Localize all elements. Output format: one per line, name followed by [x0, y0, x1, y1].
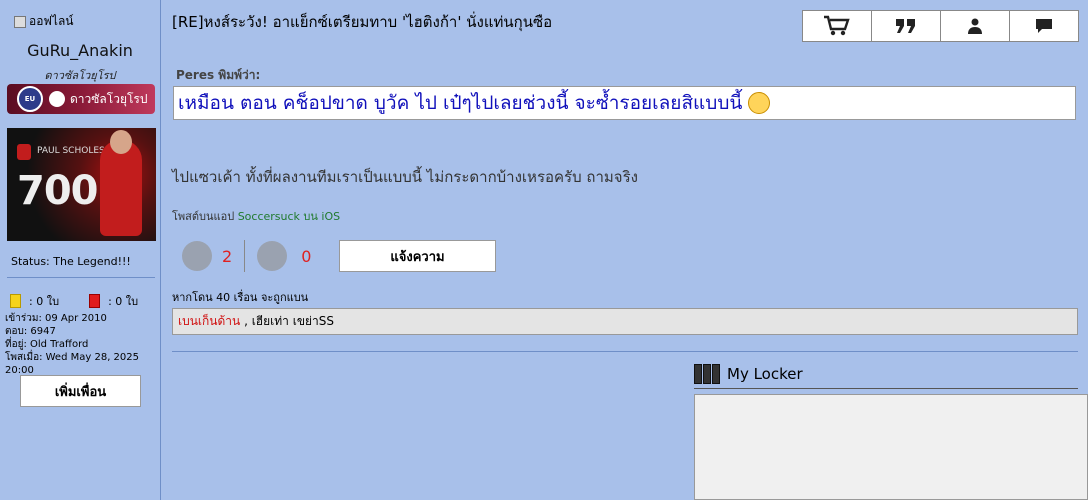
smile-emoji-icon: [748, 92, 771, 114]
player-icon: [100, 140, 142, 236]
quote-button[interactable]: [872, 11, 941, 41]
quote-text: เหมือน ตอน คช็อปขาด บูวัค ไป เป๋ๆไปเลยช่…: [178, 92, 743, 114]
quote-icon: [896, 19, 915, 33]
avatar: PAUL SCHOLES 700: [7, 128, 156, 241]
online-status: ออฟไลน์: [14, 12, 74, 31]
post-body: ไปแซวเค้า ทั้งที่ผลงานทีมเราเป็นแบบนี้ ไ…: [172, 168, 638, 186]
sidebar: ออฟไลน์ GuRu_Anakin ดาวซัลโวยุโรป EU ดาว…: [0, 0, 161, 500]
player-head-icon: [110, 130, 132, 154]
rank-badge: EU ดาวซัลโวยุโรป: [7, 84, 155, 114]
post-title: [RE]หงส์ระวัง! อาแย็กซ์เตรียมทาบ 'ไฮติงก…: [172, 13, 553, 31]
card-counts: : 0 ใบ : 0 ใบ: [10, 292, 138, 310]
user-icon: [968, 18, 982, 34]
eu-icon: EU: [17, 86, 43, 112]
badge-label: ดาวซัลโวยุโรป: [70, 91, 148, 106]
like-count: 2: [222, 246, 233, 266]
locker-icon: [694, 364, 721, 384]
profile-button[interactable]: [941, 11, 1010, 41]
yellow-card-count: : 0 ใบ: [29, 295, 60, 308]
add-friend-button[interactable]: เพิ่มเพื่อน: [20, 375, 141, 407]
via-app-link[interactable]: Soccersuck บน iOS: [238, 210, 340, 223]
user-info: เข้าร่วม: 09 Apr 2010 ตอบ: 6947 ที่อยู่:…: [5, 312, 160, 377]
yellow-card-icon: [10, 294, 21, 308]
ban-user-link[interactable]: เบนเก็นด้าน: [178, 312, 240, 331]
divider: [172, 351, 1078, 352]
message-button[interactable]: [1010, 11, 1078, 41]
dislike-count: 0: [301, 246, 312, 266]
location: ที่อยู่: Old Trafford: [5, 339, 89, 350]
report-button[interactable]: แจ้งความ: [339, 240, 496, 272]
divider: [694, 388, 1078, 389]
message-icon: [1036, 19, 1052, 33]
like-face-icon[interactable]: [182, 241, 212, 271]
locker-content: [694, 394, 1088, 500]
dislike-face-icon[interactable]: [257, 241, 288, 271]
ban-note: หากโดน 40 เรื่อน จะถูกแบน: [172, 291, 309, 304]
club-crest-icon: [17, 144, 31, 160]
locker-header: My Locker: [694, 364, 803, 384]
status-indicator-icon: [14, 15, 26, 28]
ban-list: เบนเก็นด้าน , เฮียเท่า เขย่าSS: [172, 308, 1078, 335]
divider: [244, 240, 246, 272]
quote-author: Peres พิมพ์ว่า:: [176, 68, 261, 82]
quote-block: เหมือน ตอน คช็อปขาด บูวัค ไป เป๋ๆไปเลยช่…: [173, 86, 1076, 120]
red-card-count: : 0 ใบ: [108, 295, 139, 308]
user-rank: ดาวซัลโวยุโรป: [44, 69, 116, 82]
cart-icon: [824, 15, 850, 36]
locker-title: My Locker: [727, 365, 803, 383]
online-status-label: ออฟไลน์: [29, 14, 74, 28]
vote-bar: 2 0: [182, 240, 311, 272]
crest-icon: [49, 91, 65, 107]
posted-via: โพสต์บนแอป Soccersuck บน iOS: [172, 207, 340, 225]
avatar-number: 700: [17, 168, 98, 214]
cart-button[interactable]: [803, 11, 872, 41]
username[interactable]: GuRu_Anakin: [0, 41, 160, 60]
ban-others: , เฮียเท่า เขย่าSS: [244, 314, 335, 328]
divider: [7, 277, 155, 278]
posted-date: โพสเมื่อ: Wed May 28, 2025 20:00: [5, 352, 139, 376]
join-date: เข้าร่วม: 09 Apr 2010: [5, 313, 107, 324]
avatar-player-name: PAUL SCHOLES: [37, 146, 105, 156]
post-count: ตอบ: 6947: [5, 326, 56, 337]
user-status-text: Status: The Legend!!!: [11, 255, 131, 268]
red-card-icon: [89, 294, 101, 308]
via-prefix: โพสต์บนแอป: [172, 210, 235, 223]
post-toolbar: [802, 10, 1079, 42]
